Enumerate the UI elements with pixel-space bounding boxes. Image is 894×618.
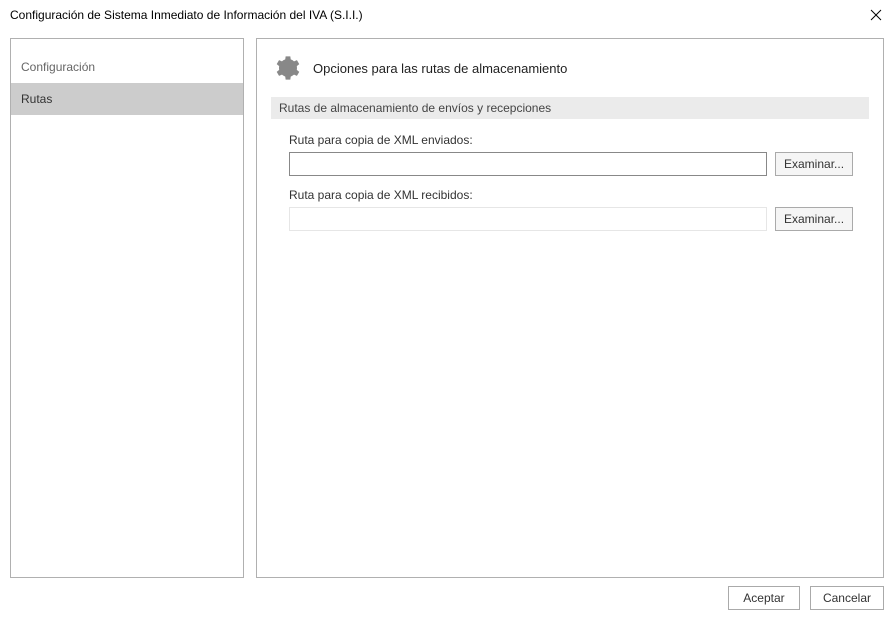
field-received-input-row: Examinar... (289, 207, 869, 231)
field-sent-label: Ruta para copia de XML enviados: (289, 133, 869, 147)
panel-header: Opciones para las rutas de almacenamient… (271, 53, 869, 83)
close-icon[interactable] (868, 7, 884, 23)
titlebar: Configuración de Sistema Inmediato de In… (0, 0, 894, 30)
field-sent-row: Ruta para copia de XML enviados: Examina… (289, 133, 869, 176)
sidebar-item-label: Rutas (21, 92, 52, 106)
gear-icon (271, 53, 301, 83)
field-received-label: Ruta para copia de XML recibidos: (289, 188, 869, 202)
sidebar: Configuración Rutas (10, 38, 244, 578)
section-header: Rutas de almacenamiento de envíos y rece… (271, 97, 869, 119)
browse-received-button[interactable]: Examinar... (775, 207, 853, 231)
sidebar-item-rutas[interactable]: Rutas (11, 83, 243, 115)
cancel-button[interactable]: Cancelar (810, 586, 884, 610)
sidebar-item-label: Configuración (21, 60, 95, 74)
field-sent-input-row: Examinar... (289, 152, 869, 176)
main-panel: Opciones para las rutas de almacenamient… (256, 38, 884, 578)
field-received-row: Ruta para copia de XML recibidos: Examin… (289, 188, 869, 231)
field-received-input[interactable] (289, 207, 767, 231)
accept-button[interactable]: Aceptar (728, 586, 800, 610)
panel-title: Opciones para las rutas de almacenamient… (313, 61, 567, 76)
sidebar-item-configuracion[interactable]: Configuración (11, 51, 243, 83)
footer-buttons: Aceptar Cancelar (728, 586, 884, 610)
field-sent-input[interactable] (289, 152, 767, 176)
window-title: Configuración de Sistema Inmediato de In… (10, 8, 363, 22)
content-area: Configuración Rutas Opciones para las ru… (10, 38, 884, 578)
browse-sent-button[interactable]: Examinar... (775, 152, 853, 176)
